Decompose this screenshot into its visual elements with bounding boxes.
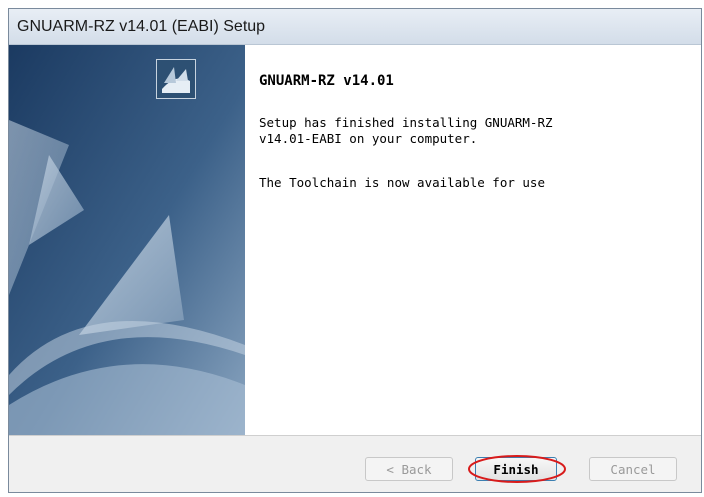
window-title: GNUARM-RZ v14.01 (EABI) Setup xyxy=(17,18,266,35)
button-bar: < Back Finish Cancel xyxy=(9,435,701,492)
cancel-button[interactable]: Cancel xyxy=(589,457,677,481)
finish-message: Setup has finished installing GNUARM-RZ … xyxy=(259,115,553,146)
setup-window: GNUARM-RZ v14.01 (EABI) Setup GNUARM-RZ … xyxy=(8,8,702,493)
finish-heading: GNUARM-RZ v14.01 xyxy=(259,73,394,89)
side-banner-image xyxy=(9,45,245,435)
finish-button[interactable]: Finish xyxy=(475,457,557,481)
title-bar[interactable]: GNUARM-RZ v14.01 (EABI) Setup xyxy=(9,9,701,45)
toolchain-message: The Toolchain is now available for use xyxy=(259,175,545,190)
wizard-content: GNUARM-RZ v14.01 Setup has finished inst… xyxy=(9,45,701,435)
banner-graphic xyxy=(9,45,245,435)
setup-logo-icon xyxy=(156,59,196,99)
back-button[interactable]: < Back xyxy=(365,457,453,481)
